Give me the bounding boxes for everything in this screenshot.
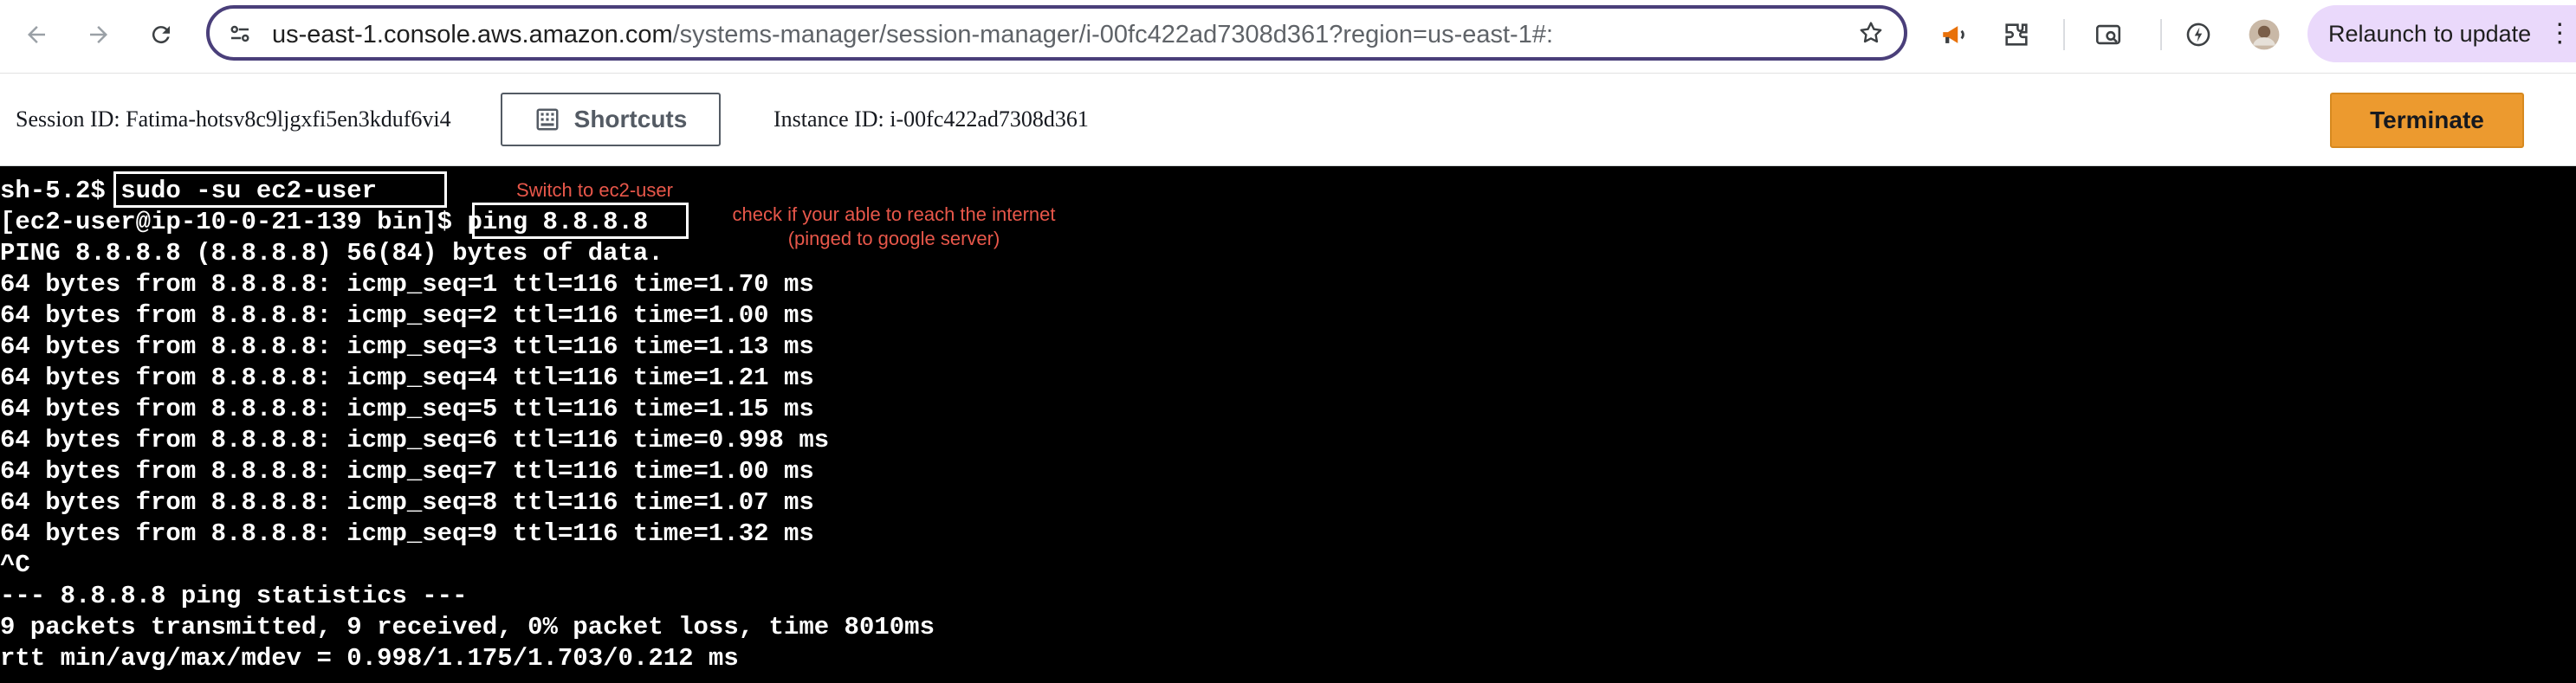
- terminal-line: ^C: [0, 551, 30, 579]
- terminal-line: 64 bytes from 8.8.8.8: icmp_seq=8 ttl=11…: [0, 488, 814, 517]
- terminal-line: --- 8.8.8.8 ping statistics ---: [0, 582, 468, 610]
- terminal-line: 64 bytes from 8.8.8.8: icmp_seq=2 ttl=11…: [0, 301, 814, 330]
- terminal[interactable]: sh-5.2$ sudo -su ec2-user [ec2-user@ip-1…: [0, 166, 2576, 683]
- url-host: us-east-1.console.aws.amazon.com: [272, 21, 673, 48]
- terminal-line: 64 bytes from 8.8.8.8: icmp_seq=7 ttl=11…: [0, 457, 814, 486]
- browser-toolbar: us-east-1.console.aws.amazon.com/systems…: [0, 0, 2576, 74]
- ping-command-highlight: [472, 203, 689, 239]
- profile-avatar[interactable]: [2245, 16, 2283, 54]
- performance-icon[interactable]: [2179, 16, 2217, 54]
- shortcuts-label: Shortcuts: [573, 106, 688, 132]
- extensions-icon[interactable]: [1997, 16, 2036, 54]
- instance-id: Instance ID: i-00fc422ad7308d361: [773, 106, 1089, 132]
- sudo-command-highlight: [113, 171, 447, 208]
- forward-icon[interactable]: [80, 16, 118, 54]
- terminate-button[interactable]: Terminate: [2330, 93, 2524, 148]
- internet-check-annotation-line1: check if your able to reach the internet: [732, 203, 1056, 225]
- reload-icon[interactable]: [142, 16, 180, 54]
- address-bar[interactable]: us-east-1.console.aws.amazon.com/systems…: [206, 5, 1907, 61]
- megaphone-icon[interactable]: [1935, 16, 1973, 54]
- terminal-line: 64 bytes from 8.8.8.8: icmp_seq=4 ttl=11…: [0, 364, 814, 392]
- session-id: Session ID: Fatima-hotsv8c9ljgxfi5en3kdu…: [16, 106, 451, 132]
- toolbar-divider: [2063, 19, 2065, 50]
- terminal-line: 64 bytes from 8.8.8.8: icmp_seq=5 ttl=11…: [0, 395, 814, 423]
- terminal-line: 64 bytes from 8.8.8.8: icmp_seq=6 ttl=11…: [0, 426, 830, 454]
- terminal-line: PING 8.8.8.8 (8.8.8.8) 56(84) bytes of d…: [0, 239, 663, 267]
- more-menu-icon[interactable]: ⋮: [2547, 21, 2573, 47]
- back-icon[interactable]: [17, 16, 55, 54]
- bookmark-star-icon[interactable]: [1857, 19, 1885, 51]
- terminal-line: 9 packets transmitted, 9 received, 0% pa…: [0, 613, 935, 641]
- switch-user-annotation: Switch to ec2-user: [516, 179, 673, 201]
- relaunch-to-update-button[interactable]: Relaunch to update ⋮: [2307, 5, 2576, 62]
- url-text: us-east-1.console.aws.amazon.com/systems…: [272, 21, 1553, 49]
- terminal-line: 64 bytes from 8.8.8.8: icmp_seq=1 ttl=11…: [0, 270, 814, 299]
- keyboard-icon: [536, 108, 559, 131]
- terminal-line: rtt min/avg/max/mdev = 0.998/1.175/1.703…: [0, 644, 739, 673]
- shortcuts-button[interactable]: Shortcuts: [501, 93, 721, 146]
- terminal-line: 64 bytes from 8.8.8.8: icmp_seq=9 ttl=11…: [0, 519, 814, 548]
- internet-check-annotation-line2: (pinged to google server): [787, 228, 1000, 249]
- toolbar-divider: [2160, 19, 2162, 50]
- session-header: Session ID: Fatima-hotsv8c9ljgxfi5en3kdu…: [0, 74, 2576, 167]
- terminal-line: 64 bytes from 8.8.8.8: icmp_seq=3 ttl=11…: [0, 332, 814, 361]
- url-path: /systems-manager/session-manager/i-00fc4…: [672, 21, 1554, 48]
- site-info-icon[interactable]: [227, 21, 253, 51]
- relaunch-label: Relaunch to update: [2328, 20, 2532, 47]
- tab-search-icon[interactable]: [2089, 16, 2127, 54]
- internet-check-annotation: check if your able to reach the internet…: [712, 203, 1076, 251]
